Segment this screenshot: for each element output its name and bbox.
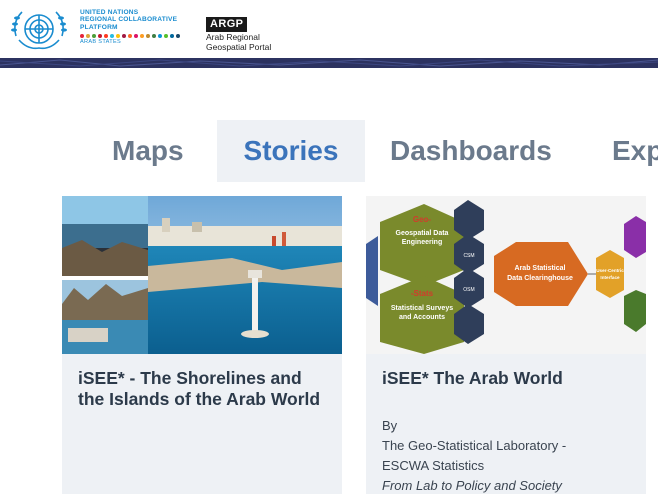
diagram-stats-sub: Statistical Surveys: [391, 305, 453, 312]
story-card-title[interactable]: iSEE* - The Shorelines and the Islands o…: [78, 368, 328, 410]
author-line-2: ESCWA Statistics: [382, 458, 485, 473]
tab-dashboards-label: Dashboards: [390, 135, 552, 166]
tab-maps[interactable]: Maps: [112, 120, 184, 182]
argp-line-2: Geospatial Portal: [206, 42, 272, 52]
story-card-title[interactable]: iSEE* The Arab World: [382, 368, 632, 389]
tab-stories[interactable]: Stories: [217, 120, 365, 182]
diagram-user-centric-label: User-Centric: [596, 268, 624, 273]
tab-explore-label: Exp: [612, 135, 658, 166]
argp-logo[interactable]: ARGP Arab Regional Geospatial Portal: [206, 14, 271, 52]
diagram-geo-title: Geo-: [413, 215, 432, 224]
arab-states-label: ARAB STATES: [80, 39, 122, 46]
un-emblem-logo[interactable]: [6, 4, 72, 54]
un-line-1: UNITED NATIONS: [80, 9, 139, 16]
diagram-stats-sub2: and Accounts: [399, 314, 445, 321]
argp-line-1: Arab Regional: [206, 32, 260, 42]
tab-stories-label: Stories: [243, 135, 339, 166]
diagram-geo-sub2: Engineering: [402, 239, 442, 246]
tab-maps-label: Maps: [112, 135, 184, 166]
content-type-tabs: Maps Stories Dashboards Exp: [0, 120, 658, 182]
diagram-clearing-sub: Data Clearinghouse: [507, 275, 573, 282]
un-line-3: PLATFORM: [80, 23, 118, 31]
argp-badge: ARGP: [206, 17, 248, 32]
un-rcp-wordmark[interactable]: UNITED NATIONS REGIONAL COLLABORATIVE PL…: [80, 9, 210, 45]
diagram-stats-title: -Stats: [411, 289, 434, 298]
sdg-color-dots: [80, 34, 210, 39]
tab-dashboards[interactable]: Dashboards: [390, 120, 552, 182]
un-line-2: REGIONAL COLLABORATIVE: [80, 16, 178, 24]
story-card-arab-world[interactable]: Geo- Geospatial Data Engineering -Stats …: [366, 196, 646, 494]
geo-stats-diagram-image: Geo- Geospatial Data Engineering -Stats …: [366, 196, 646, 354]
site-header: UNITED NATIONS REGIONAL COLLABORATIVE PL…: [0, 0, 658, 58]
diagram-interface-label: Interface: [600, 275, 620, 280]
by-label: By: [382, 418, 398, 433]
source-line: From Lab to Policy and Society: [382, 478, 562, 493]
header-decorative-band: [0, 58, 658, 68]
story-card-shorelines[interactable]: iSEE* - The Shorelines and the Islands o…: [62, 196, 342, 494]
diagram-geo-sub: Geospatial Data: [396, 230, 449, 237]
story-card-meta: By The Geo-Statistical Laboratory - ESCW…: [382, 416, 566, 494]
shoreline-collage-image: [62, 196, 342, 354]
diagram-osm-label: OSM: [463, 287, 474, 293]
diagram-csm-label: CSM: [463, 253, 474, 259]
diagram-clearing-title: Arab Statistical: [515, 265, 566, 272]
tab-explore[interactable]: Exp: [612, 120, 658, 182]
author-line-1: The Geo-Statistical Laboratory -: [382, 438, 567, 453]
